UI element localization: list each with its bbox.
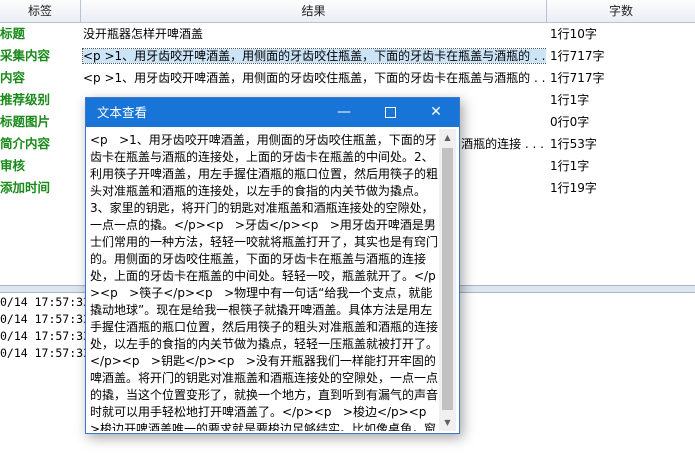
dialog-title: 文本查看 <box>97 105 148 120</box>
scroll-down-icon[interactable]: ▼ <box>439 414 456 431</box>
row-count: 1行19字 <box>550 181 597 195</box>
header-result[interactable]: 结果 <box>81 0 547 22</box>
header-count[interactable]: 字数 <box>547 0 695 22</box>
header-label[interactable]: 标签 <box>0 0 81 22</box>
table-row[interactable]: 标题 没开瓶器怎样开啤酒盖 1行10字 <box>0 23 695 45</box>
log-line: 0/14 17:57:33: <box>0 295 97 309</box>
row-result: <p >1、用牙齿咬开啤酒盖，用侧面的牙齿咬住瓶盖，下面的牙齿卡在瓶盖与酒瓶的 … <box>83 71 546 85</box>
minimize-button[interactable]: — <box>321 98 367 127</box>
selected-result-text: <p >1、用牙齿咬开啤酒盖，用侧面的牙齿咬住瓶盖，下面的牙齿卡在瓶盖与酒瓶的 … <box>81 48 546 64</box>
row-count: 1行717字 <box>550 71 605 85</box>
log-line: 0/14 17:57:33: <box>0 346 97 360</box>
close-button[interactable]: ✕ <box>413 98 459 127</box>
scroll-thumb[interactable] <box>442 148 453 410</box>
text-content-area[interactable]: <p >1、用牙齿咬开啤酒盖，用侧面的牙齿咬住瓶盖，下面的牙齿卡在瓶盖与酒瓶的连… <box>88 129 438 431</box>
dialog-titlebar[interactable]: 文本查看 — ✕ <box>86 98 459 127</box>
maximize-button[interactable] <box>367 98 413 127</box>
log-line: 0/14 17:57:33: <box>0 312 97 326</box>
row-count: 1行53字 <box>550 137 597 151</box>
maximize-icon <box>384 106 396 118</box>
row-count: 1行1字 <box>550 159 590 173</box>
row-label: 标题 <box>0 26 26 41</box>
row-label: 推荐级别 <box>0 92 51 107</box>
row-label: 采集内容 <box>0 48 51 63</box>
row-label: 简介内容 <box>0 136 51 151</box>
row-label: 审核 <box>0 158 26 173</box>
vertical-scrollbar[interactable]: ▲ ▼ <box>439 129 456 431</box>
table-row[interactable]: 内容 <p >1、用牙齿咬开啤酒盖，用侧面的牙齿咬住瓶盖，下面的牙齿卡在瓶盖与酒… <box>0 67 695 89</box>
row-count: 1行1字 <box>550 93 590 107</box>
scroll-up-icon[interactable]: ▲ <box>439 129 456 146</box>
row-result: 没开瓶器怎样开啤酒盖 <box>83 27 204 41</box>
row-label: 添加时间 <box>0 180 51 195</box>
row-count: 1行10字 <box>550 27 597 41</box>
log-line: 0/14 17:57:33: <box>0 329 97 343</box>
row-label: 标题图片 <box>0 114 51 129</box>
row-label: 内容 <box>0 70 26 85</box>
row-count: 1行717字 <box>550 49 605 63</box>
row-count: 0行0字 <box>550 115 590 129</box>
table-row-selected[interactable]: 采集内容 <p >1、用牙齿咬开啤酒盖，用侧面的牙齿咬住瓶盖，下面的牙齿卡在瓶盖… <box>0 45 695 67</box>
text-view-dialog: 文本查看 — ✕ <p >1、用牙齿咬开啤酒盖，用侧面的牙齿咬住瓶盖，下面的牙齿… <box>85 97 460 434</box>
grid-header: 标签 结果 字数 <box>0 0 695 23</box>
row-result: <p >1、用牙齿咬开啤酒盖，用侧面的牙齿咬住瓶盖，下面的牙齿卡在瓶盖与酒瓶的 … <box>81 45 546 67</box>
